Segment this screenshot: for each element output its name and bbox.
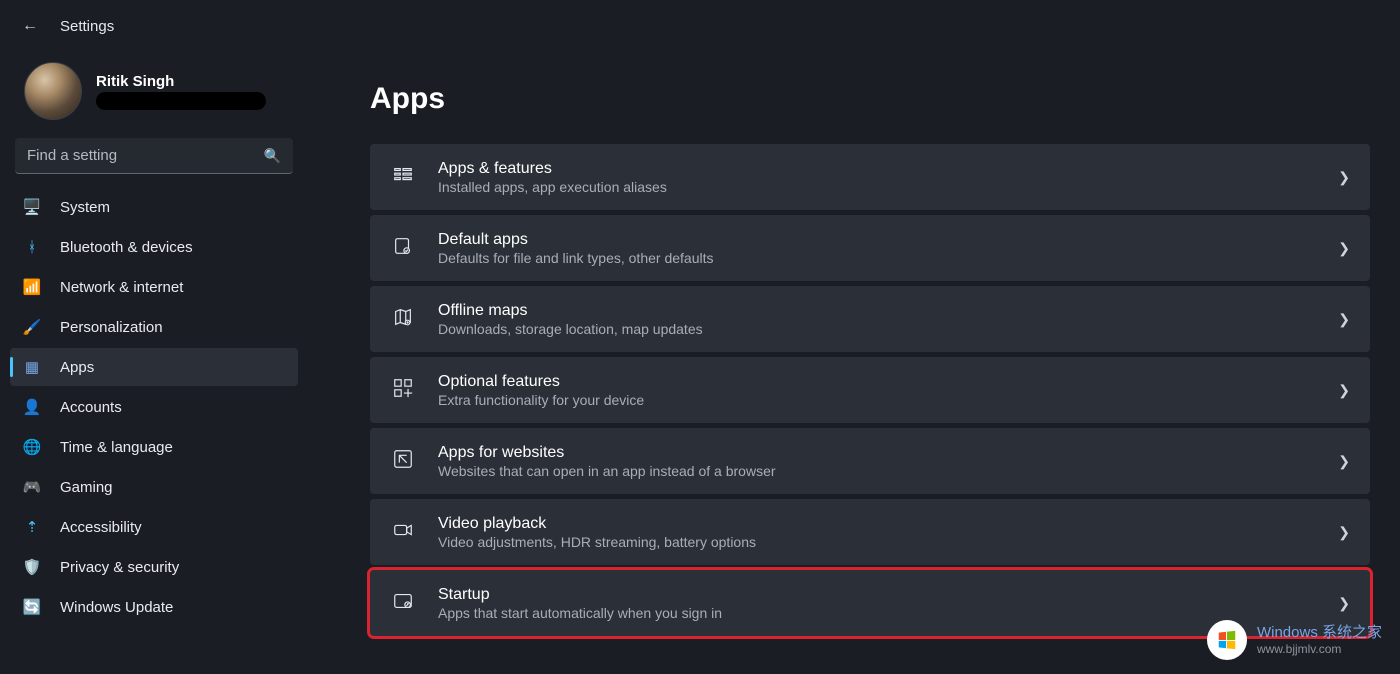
settings-card-optional-features[interactable]: Optional featuresExtra functionality for… [370,357,1370,423]
watermark: Windows 系统之家 www.bjjmlv.com [1207,620,1382,660]
card-title: Startup [438,586,1316,604]
card-title: Optional features [438,373,1316,391]
chevron-right-icon: ❯ [1338,382,1350,399]
card-text: Offline mapsDownloads, storage location,… [438,302,1316,337]
avatar [24,62,82,120]
sidebar-item-label: Personalization [60,319,163,336]
back-icon[interactable]: ← [22,17,38,35]
main-content: Apps Apps & featuresInstalled apps, app … [310,52,1400,674]
sidebar-item-label: Accessibility [60,519,142,536]
sidebar: Ritik Singh 🔍 🖥️ System ᚼ Bluetooth & devic… [0,52,310,674]
window-title: Settings [60,18,114,35]
sidebar-item-icon: 🌐 [22,438,42,456]
sidebar-item-privacy-security[interactable]: 🛡️ Privacy & security [10,548,298,586]
default-apps-icon [390,235,416,262]
sidebar-item-icon: 🖌️ [22,318,42,336]
search-input[interactable] [15,138,293,174]
settings-card-apps-for-websites[interactable]: Apps for websitesWebsites that can open … [370,428,1370,494]
settings-card-default-apps[interactable]: Default appsDefaults for file and link t… [370,215,1370,281]
sidebar-item-network-internet[interactable]: 📶 Network & internet [10,268,298,306]
sidebar-item-windows-update[interactable]: 🔄 Windows Update [10,588,298,626]
user-name: Ritik Singh [96,73,266,90]
sidebar-item-label: System [60,199,110,216]
card-subtitle: Video adjustments, HDR streaming, batter… [438,534,1316,550]
search-row: 🔍 [15,138,293,174]
card-title: Apps for websites [438,444,1316,462]
card-title: Video playback [438,515,1316,533]
sidebar-item-apps[interactable]: ▦ Apps [10,348,298,386]
sidebar-item-bluetooth-devices[interactable]: ᚼ Bluetooth & devices [10,228,298,266]
user-email-redacted [96,92,266,110]
sidebar-item-time-language[interactable]: 🌐 Time & language [10,428,298,466]
watermark-line2: www.bjjmlv.com [1257,642,1382,656]
card-text: Optional featuresExtra functionality for… [438,373,1316,408]
sidebar-item-icon: 🖥️ [22,198,42,216]
sidebar-nav: 🖥️ System ᚼ Bluetooth & devices 📶 Network & i… [10,188,298,626]
sidebar-item-label: Privacy & security [60,559,179,576]
sidebar-item-icon: 🔄 [22,598,42,616]
user-block[interactable]: Ritik Singh [10,62,298,120]
card-subtitle: Downloads, storage location, map updates [438,321,1316,337]
sidebar-item-icon: ⇡ [22,518,42,536]
sidebar-item-gaming[interactable]: 🎮 Gaming [10,468,298,506]
settings-card-list: Apps & featuresInstalled apps, app execu… [370,144,1370,636]
sidebar-item-icon: 📶 [22,278,42,296]
sidebar-item-system[interactable]: 🖥️ System [10,188,298,226]
card-subtitle: Installed apps, app execution aliases [438,179,1316,195]
sidebar-item-icon: 👤 [22,398,42,416]
settings-card-video-playback[interactable]: Video playbackVideo adjustments, HDR str… [370,499,1370,565]
sidebar-item-label: Network & internet [60,279,183,296]
card-text: Default appsDefaults for file and link t… [438,231,1316,266]
card-subtitle: Extra functionality for your device [438,392,1316,408]
window-header: ← Settings [0,0,1400,52]
offline-maps-icon [390,306,416,333]
optional-features-icon [390,377,416,404]
card-text: Video playbackVideo adjustments, HDR str… [438,515,1316,550]
card-title: Offline maps [438,302,1316,320]
sidebar-item-icon: ▦ [22,358,42,376]
chevron-right-icon: ❯ [1338,595,1350,612]
sidebar-item-icon: 🛡️ [22,558,42,576]
card-text: Apps for websitesWebsites that can open … [438,444,1316,479]
card-title: Apps & features [438,160,1316,178]
apps-for-websites-icon [390,448,416,475]
sidebar-item-icon: 🎮 [22,478,42,496]
sidebar-item-label: Windows Update [60,599,173,616]
settings-card-apps-features[interactable]: Apps & featuresInstalled apps, app execu… [370,144,1370,210]
sidebar-item-accounts[interactable]: 👤 Accounts [10,388,298,426]
chevron-right-icon: ❯ [1338,240,1350,257]
sidebar-item-accessibility[interactable]: ⇡ Accessibility [10,508,298,546]
video-playback-icon [390,519,416,546]
sidebar-item-label: Accounts [60,399,122,416]
card-text: StartupApps that start automatically whe… [438,586,1316,621]
sidebar-item-icon: ᚼ [22,239,42,256]
card-text: Apps & featuresInstalled apps, app execu… [438,160,1316,195]
card-subtitle: Websites that can open in an app instead… [438,463,1316,479]
chevron-right-icon: ❯ [1338,453,1350,470]
page-title: Apps [370,82,1370,116]
chevron-right-icon: ❯ [1338,524,1350,541]
card-title: Default apps [438,231,1316,249]
watermark-line1: Windows 系统之家 [1257,624,1382,642]
sidebar-item-label: Apps [60,359,94,376]
sidebar-item-personalization[interactable]: 🖌️ Personalization [10,308,298,346]
startup-icon [390,590,416,617]
user-text: Ritik Singh [96,73,266,110]
card-subtitle: Defaults for file and link types, other … [438,250,1316,266]
windows-logo-icon [1207,620,1247,660]
sidebar-item-label: Time & language [60,439,173,456]
apps-features-icon [390,164,416,191]
sidebar-item-label: Gaming [60,479,113,496]
chevron-right-icon: ❯ [1338,311,1350,328]
sidebar-item-label: Bluetooth & devices [60,239,193,256]
card-subtitle: Apps that start automatically when you s… [438,605,1316,621]
chevron-right-icon: ❯ [1338,169,1350,186]
settings-card-offline-maps[interactable]: Offline mapsDownloads, storage location,… [370,286,1370,352]
